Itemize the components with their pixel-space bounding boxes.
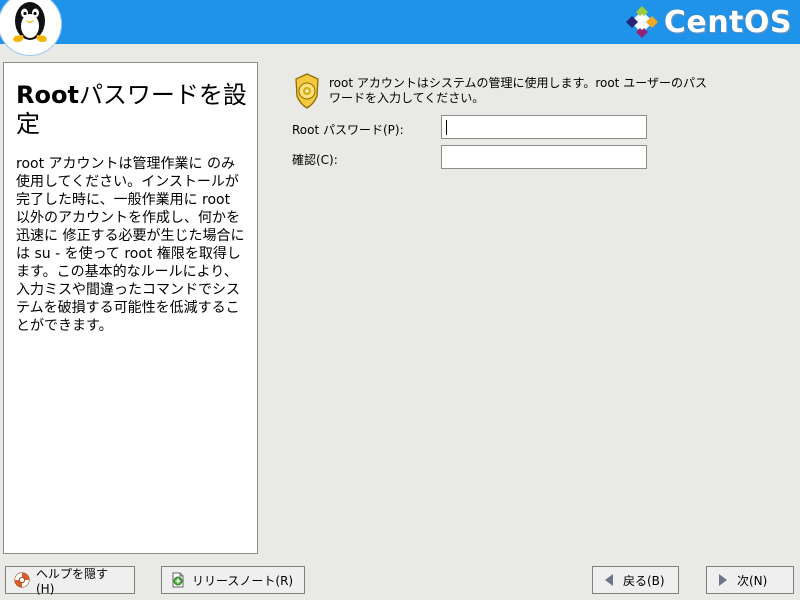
hide-help-button[interactable]: ヘルプを隠す(H) bbox=[5, 566, 135, 596]
lifebuoy-icon bbox=[14, 572, 30, 588]
confirm-password-label: 確認(C): bbox=[292, 153, 338, 167]
centos-logo-icon: CentOS bbox=[624, 2, 792, 42]
intro-row: root アカウントはシステムの管理に使用します。root ユーザーのパスワード… bbox=[293, 72, 713, 114]
release-notes-button[interactable]: リリースノート(R) bbox=[161, 566, 305, 594]
document-plus-icon bbox=[172, 572, 184, 588]
tux-penguin-icon bbox=[0, 0, 62, 56]
right-arrow-icon bbox=[719, 574, 727, 586]
badge-icon bbox=[293, 72, 321, 114]
back-button-label: 戻る(B) bbox=[623, 573, 665, 588]
help-title-prefix: Root bbox=[16, 81, 79, 109]
help-panel: Rootパスワードを設定 root アカウントは管理作業に のみ 使用してくださ… bbox=[3, 62, 258, 554]
back-button[interactable]: 戻る(B) bbox=[592, 566, 679, 594]
root-password-label: Root パスワード(P): bbox=[292, 123, 404, 137]
root-password-field[interactable] bbox=[441, 115, 647, 139]
help-title: Rootパスワードを設定 bbox=[16, 81, 247, 139]
next-button[interactable]: 次(N) bbox=[706, 566, 794, 594]
release-notes-button-label: リリースノート(R) bbox=[192, 573, 294, 588]
text-cursor bbox=[446, 120, 447, 135]
top-banner: CentOS bbox=[0, 0, 800, 56]
confirm-password-field[interactable] bbox=[441, 145, 647, 169]
help-body: root アカウントは管理作業に のみ 使用してください。インストールが完了した… bbox=[16, 156, 245, 334]
intro-text: root アカウントはシステムの管理に使用します。root ユーザーのパスワード… bbox=[329, 76, 707, 105]
next-button-label: 次(N) bbox=[737, 573, 768, 588]
left-arrow-icon bbox=[605, 574, 613, 586]
hide-help-button-label: ヘルプを隠す(H) bbox=[36, 566, 109, 596]
centos-brand-text: CentOS bbox=[663, 4, 792, 40]
